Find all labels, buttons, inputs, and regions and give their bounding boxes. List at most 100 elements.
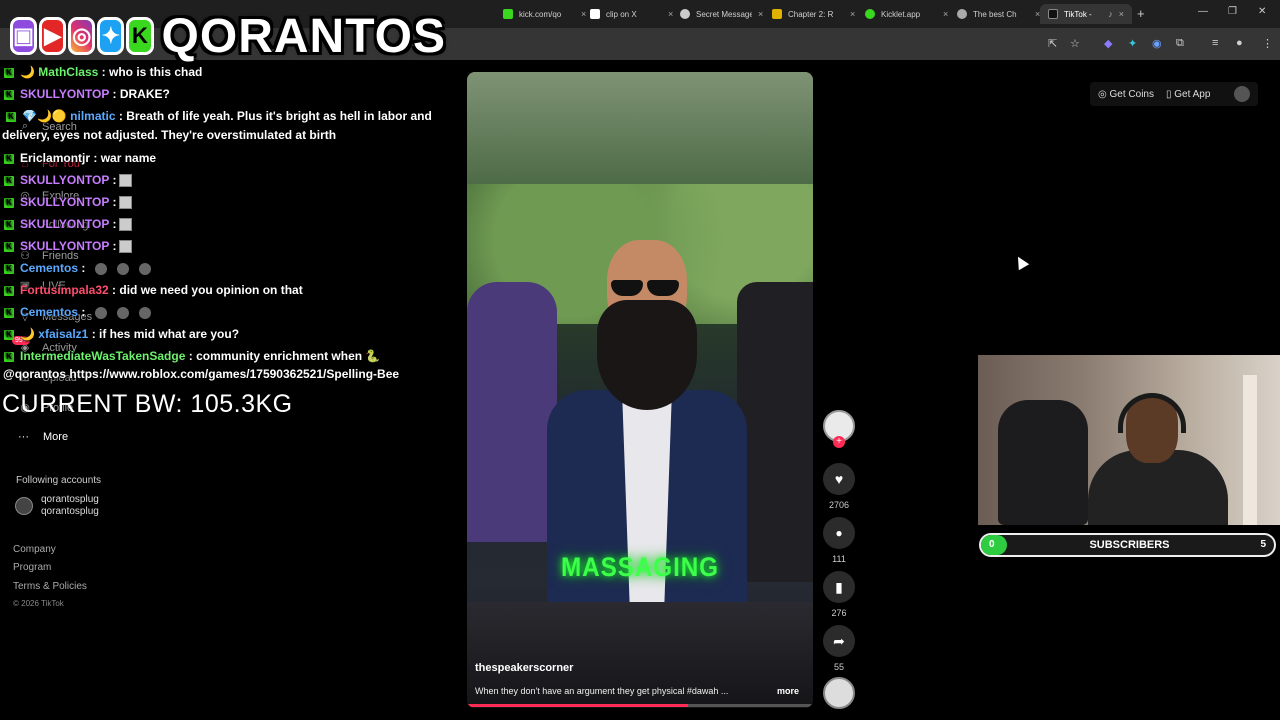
tab-title: clip on X: [606, 9, 637, 19]
video-subject-beard: [597, 300, 697, 410]
streamer-webcam: [978, 355, 1280, 525]
get-app-button[interactable]: ▯ Get App: [1166, 89, 1210, 100]
gaming-chair: [998, 400, 1088, 525]
browser-tab[interactable]: Chapter 2: R ×: [764, 4, 863, 24]
minimize-button[interactable]: —: [1198, 6, 1208, 17]
footer-link-terms[interactable]: Terms & Policies: [13, 581, 87, 592]
chat-username: SKULLYONTOP: [20, 239, 110, 253]
emote-icon: [139, 306, 152, 319]
window-close-button[interactable]: ✕: [1258, 6, 1266, 17]
mouse-cursor-icon: [1012, 253, 1030, 271]
install-app-icon[interactable]: ⇱: [1048, 37, 1057, 50]
chat-message: K SKULLYONTOP : DRAKE?: [0, 85, 460, 104]
bookmark-star-icon[interactable]: ☆: [1070, 37, 1080, 50]
sidebar-item-label: More: [43, 431, 69, 443]
footer-link-program[interactable]: Program: [13, 562, 51, 573]
kick-icon: K: [126, 17, 154, 55]
browser-tab[interactable]: Secret Messages ×: [672, 4, 771, 24]
video-player[interactable]: MASSAGING thespeakerscorner When they do…: [467, 72, 813, 708]
video-author[interactable]: thespeakerscorner: [475, 662, 573, 674]
following-account-item[interactable]: qorantosplug qorantosplug: [15, 494, 99, 518]
chat-message: K Cementos :: [0, 303, 460, 322]
tab-close-icon[interactable]: ×: [758, 9, 763, 19]
chat-username: SKULLYONTOP: [20, 195, 110, 209]
video-progress-bar[interactable]: [467, 704, 813, 707]
browser-tab[interactable]: The best Ch ×: [949, 4, 1048, 24]
tab-close-icon[interactable]: ×: [1119, 9, 1124, 19]
bookmark-button[interactable]: ▮: [823, 571, 855, 603]
streamer-name-logo: QORANTOS: [161, 9, 447, 63]
chat-text: :: [112, 195, 117, 209]
chat-username: IntermediateWasTakenSadge: [20, 349, 186, 363]
tiktok-header-actions: ◎ Get Coins ▯ Get App: [1090, 82, 1258, 106]
comment-count: 111: [832, 554, 846, 564]
kick-badge-icon: K: [6, 111, 16, 122]
browser-menu-icon[interactable]: ⋮: [1262, 37, 1273, 50]
music-disc-icon[interactable]: [823, 677, 855, 709]
get-coins-button[interactable]: ◎ Get Coins: [1098, 89, 1154, 100]
extension-icon[interactable]: ◆: [1104, 37, 1112, 50]
chat-text: :: [112, 217, 117, 231]
footer-link-company[interactable]: Company: [13, 544, 56, 555]
tab-title: The best Ch: [973, 9, 1017, 19]
chat-message: K 🌙 MathClass : who is this chad: [0, 63, 460, 82]
chat-text: : who is this chad: [101, 65, 203, 79]
emote-icon: [117, 262, 130, 275]
chat-badges: 🌙: [20, 327, 35, 341]
speaker-icon[interactable]: ♪: [1108, 9, 1113, 19]
chat-message: K SKULLYONTOP :: [0, 215, 460, 234]
chat-message: K SKULLYONTOP :: [0, 193, 460, 212]
kick-badge-icon: K: [4, 351, 14, 362]
tab-title: Secret Messages: [696, 9, 752, 19]
chat-message: K 🌙 xfaisalz1 : if hes mid what are you?: [0, 325, 460, 344]
tab-favicon-icon: [680, 9, 690, 19]
chat-text: : did we need you opinion on that: [112, 283, 303, 297]
phone-icon: ▯: [1165, 88, 1172, 100]
kick-badge-icon: K: [4, 67, 14, 78]
chat-username: Ericlamontjr: [20, 151, 91, 165]
share-button[interactable]: ➦: [823, 625, 855, 657]
browser-tab[interactable]: kick.com/qo ×: [495, 4, 594, 24]
kick-badge-icon: K: [4, 175, 14, 186]
chat-username: SKULLYONTOP: [20, 217, 110, 231]
kick-badge-icon: K: [4, 241, 14, 252]
chat-username: MathClass: [38, 65, 99, 79]
media-control-icon[interactable]: ≡: [1212, 37, 1218, 49]
follow-plus-button[interactable]: +: [833, 436, 845, 448]
copyright-text: © 2026 TikTok: [13, 599, 64, 608]
new-tab-button[interactable]: +: [1137, 6, 1145, 21]
tab-close-icon[interactable]: ×: [850, 9, 855, 19]
bookmark-count: 276: [831, 608, 847, 618]
extension-icon[interactable]: ◉: [1152, 37, 1162, 50]
chat-link-line: @qorantos https://www.roblox.com/games/1…: [3, 367, 400, 381]
more-dots-icon: ···: [18, 431, 29, 443]
user-avatar[interactable]: [1234, 86, 1250, 102]
extension-icon[interactable]: ✦: [1128, 37, 1137, 50]
tab-title: Kicklet.app: [881, 9, 921, 19]
browser-tab[interactable]: Kicklet.app ×: [857, 4, 956, 24]
tab-favicon-icon: [957, 9, 967, 19]
chat-username: Fortusimpala32: [20, 283, 109, 297]
browser-tab[interactable]: clip on X ×: [582, 4, 681, 24]
sunglasses-icon: [611, 280, 683, 296]
chat-username: Cementos: [20, 305, 79, 319]
following-account-name: qorantosplug: [41, 494, 99, 505]
like-button[interactable]: ♥: [823, 463, 855, 495]
get-coins-label: Get Coins: [1109, 88, 1154, 100]
headphones-icon: [1118, 393, 1186, 433]
profile-avatar-icon[interactable]: ●: [1236, 37, 1243, 49]
browser-tab-active[interactable]: TikTok - ♪ ×: [1040, 4, 1132, 24]
video-bystander: [467, 282, 557, 542]
maximize-button[interactable]: ❐: [1228, 6, 1237, 17]
extensions-puzzle-icon[interactable]: ⧉: [1176, 37, 1184, 50]
video-description: When they don't have an argument they ge…: [475, 686, 729, 696]
chat-text: : if hes mid what are you?: [91, 327, 240, 341]
more-button[interactable]: more: [777, 686, 799, 696]
sidebar-item-more[interactable]: ··· More: [18, 431, 68, 443]
chat-text: :: [112, 173, 117, 187]
comment-button[interactable]: ●: [823, 517, 855, 549]
video-progress-fill: [467, 704, 689, 707]
chat-text: : community enrichment when 🐍: [188, 349, 381, 363]
tab-close-icon[interactable]: ×: [943, 9, 948, 19]
following-accounts-header: Following accounts: [16, 475, 102, 486]
